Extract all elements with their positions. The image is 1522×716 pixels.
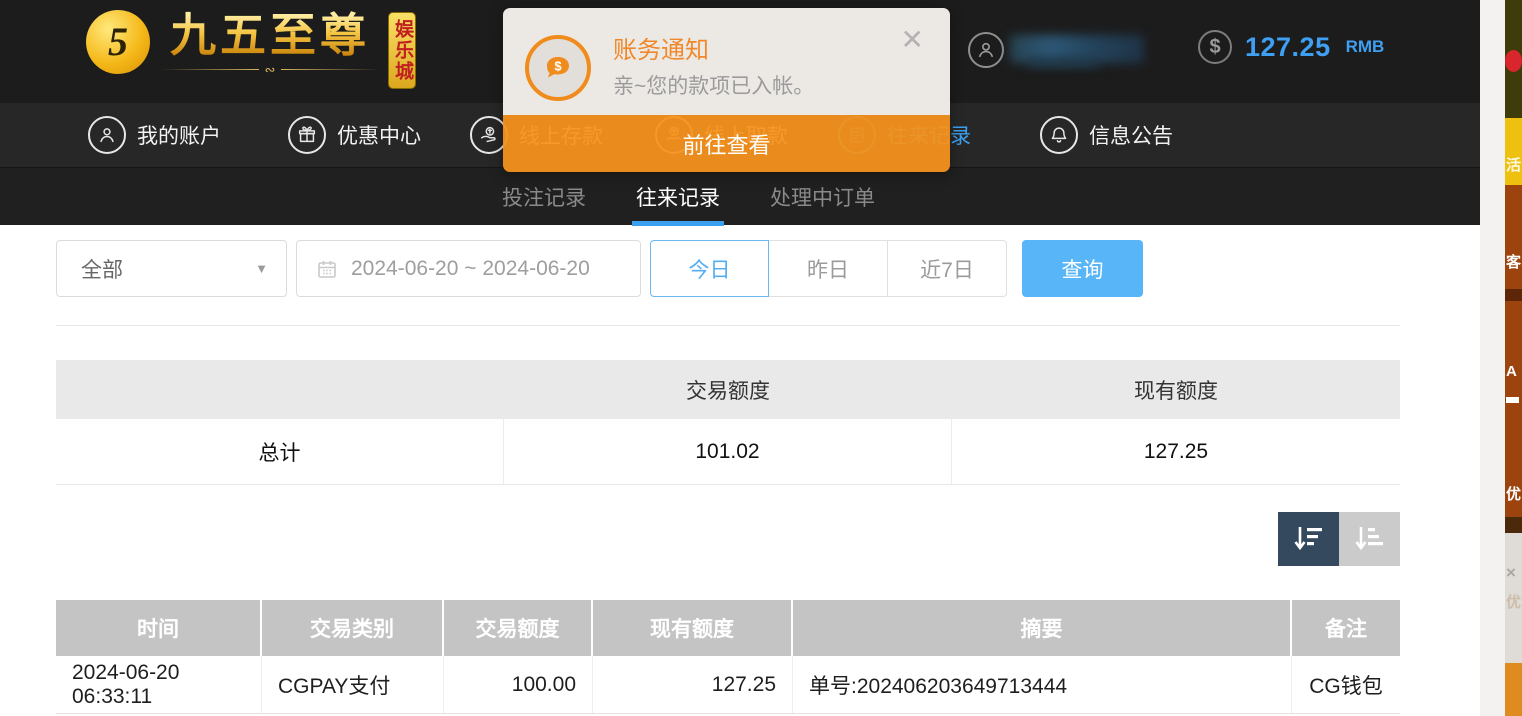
sub-tab-bar: 投注记录 往来记录 处理中订单 [0, 167, 1480, 225]
records-table-header: 时间 交易类别 交易额度 现有额度 摘要 备注 [56, 600, 1400, 656]
bell-icon [1040, 116, 1078, 154]
date-range-value: 2024-06-20 ~ 2024-06-20 [351, 257, 590, 281]
widget-service-label: 客 [1506, 251, 1521, 272]
nav-item-announcements[interactable]: 信息公告 [1040, 103, 1173, 167]
nav-item-my-account[interactable]: 我的账户 [88, 103, 221, 167]
widget-seg-light: × 优 [1505, 533, 1522, 663]
user-account[interactable] [968, 28, 1004, 72]
nav-label: 优惠中心 [337, 120, 421, 150]
widget-seg-activity: 活 [1505, 118, 1522, 185]
dollar-icon: $ [1198, 30, 1232, 64]
logo-flourish-icon: ∾ [160, 63, 380, 77]
summary-total-row: 总计 101.02 127.25 [56, 419, 1400, 485]
tab-bet-records[interactable]: 投注记录 [500, 168, 588, 226]
col-header-summary: 摘要 [793, 600, 1292, 656]
sort-ascending-icon [1353, 523, 1387, 555]
nav-label: 我的账户 [137, 120, 221, 150]
chevron-down-icon: ▼ [255, 261, 268, 276]
notification-message: 亲~您的款项已入帐。 [613, 70, 814, 100]
svg-text:$: $ [554, 59, 562, 74]
notification-title: 账务通知 [613, 30, 709, 65]
search-button[interactable]: 查询 [1022, 240, 1143, 297]
quick-date-group: 今日 昨日 近7日 [650, 240, 1007, 297]
widget-dash-icon [1506, 397, 1519, 403]
sort-toggle-group [1278, 512, 1400, 566]
summary-table-header: 交易额度 现有额度 [56, 360, 1400, 419]
balance-currency: RMB [1346, 37, 1385, 57]
quick-yesterday-button[interactable]: 昨日 [769, 240, 888, 297]
widget-close-icon[interactable]: × [1506, 563, 1516, 583]
gift-icon [288, 116, 326, 154]
sort-descending-button[interactable] [1278, 512, 1339, 566]
floating-service-widget[interactable]: 活 客 A 优 × 优 [1505, 0, 1522, 716]
widget-app-label: A [1506, 363, 1517, 380]
col-header-remark: 备注 [1292, 600, 1400, 656]
close-icon[interactable]: ✕ [901, 26, 924, 54]
summary-table: 交易额度 现有额度 总计 101.02 127.25 [56, 360, 1400, 485]
quick-last7days-button[interactable]: 近7日 [888, 240, 1007, 297]
sort-ascending-button[interactable] [1339, 512, 1400, 566]
site-logo[interactable]: 5 九五至尊 ∾ 娱乐城 [86, 10, 416, 89]
widget-red-badge-icon [1505, 50, 1522, 72]
avatar-icon [968, 32, 1004, 68]
col-header-balance: 现有额度 [593, 600, 793, 656]
col-header-amount: 交易额度 [444, 600, 593, 656]
section-divider [56, 325, 1400, 326]
widget-seg-top [1505, 0, 1522, 118]
logo-monogram-icon: 5 [86, 10, 150, 74]
notification-bubble-icon: $ [525, 35, 591, 101]
widget-activity-label: 活 [1506, 154, 1521, 175]
widget-seg-service: 客 A 优 [1505, 185, 1522, 517]
user-icon [88, 116, 126, 154]
widget-seg-bottom [1505, 663, 1522, 716]
widget-promo-label: 优 [1506, 483, 1521, 504]
nav-item-promotions[interactable]: 优惠中心 [288, 103, 421, 167]
category-select[interactable]: 全部 ▼ [56, 240, 287, 297]
summary-balance-value: 127.25 [952, 419, 1400, 484]
table-row: 2024-06-20 06:33:11 CGPAY支付 100.00 127.2… [56, 656, 1400, 714]
widget-dark-band [1505, 289, 1522, 301]
col-header-type: 交易类别 [262, 600, 444, 656]
tab-pending-orders[interactable]: 处理中订单 [768, 168, 877, 226]
summary-header-balance: 现有额度 [952, 360, 1400, 419]
summary-header-empty [56, 360, 504, 419]
widget-seg-band [1505, 517, 1522, 533]
cell-type: CGPAY支付 [262, 656, 444, 713]
page-scrollbar-track[interactable] [1480, 0, 1505, 716]
summary-header-trade-amount: 交易额度 [504, 360, 952, 419]
cell-summary: 单号:202406203649713444 [793, 656, 1292, 713]
logo-tag: 娱乐城 [388, 12, 416, 89]
date-range-input[interactable]: 2024-06-20 ~ 2024-06-20 [296, 240, 641, 297]
records-table: 时间 交易类别 交易额度 现有额度 摘要 备注 2024-06-20 06:33… [56, 600, 1400, 714]
category-select-value: 全部 [81, 254, 123, 284]
logo-title: 九五至尊 [170, 10, 370, 61]
widget-faint-label: 优 [1506, 591, 1521, 612]
notification-popup: $ 账务通知 亲~您的款项已入帐。 ✕ 前往查看 [503, 8, 950, 172]
summary-total-label: 总计 [56, 419, 504, 484]
username-redacted-tail [1028, 58, 1098, 67]
balance-amount: 127.25 [1245, 32, 1331, 63]
cell-amount: 100.00 [444, 656, 593, 713]
sort-descending-icon [1292, 523, 1326, 555]
notification-action-button[interactable]: 前往查看 [503, 115, 950, 172]
col-header-time: 时间 [56, 600, 262, 656]
cell-time: 2024-06-20 06:33:11 [56, 656, 262, 713]
tab-transaction-records[interactable]: 往来记录 [634, 168, 722, 226]
calendar-icon [315, 257, 339, 281]
quick-today-button[interactable]: 今日 [650, 240, 769, 297]
summary-trade-amount-value: 101.02 [504, 419, 952, 484]
nav-label: 信息公告 [1089, 120, 1173, 150]
cell-remark: CG钱包 [1292, 656, 1400, 713]
cell-balance: 127.25 [593, 656, 793, 713]
wallet-balance[interactable]: $ 127.25 RMB [1198, 30, 1384, 64]
